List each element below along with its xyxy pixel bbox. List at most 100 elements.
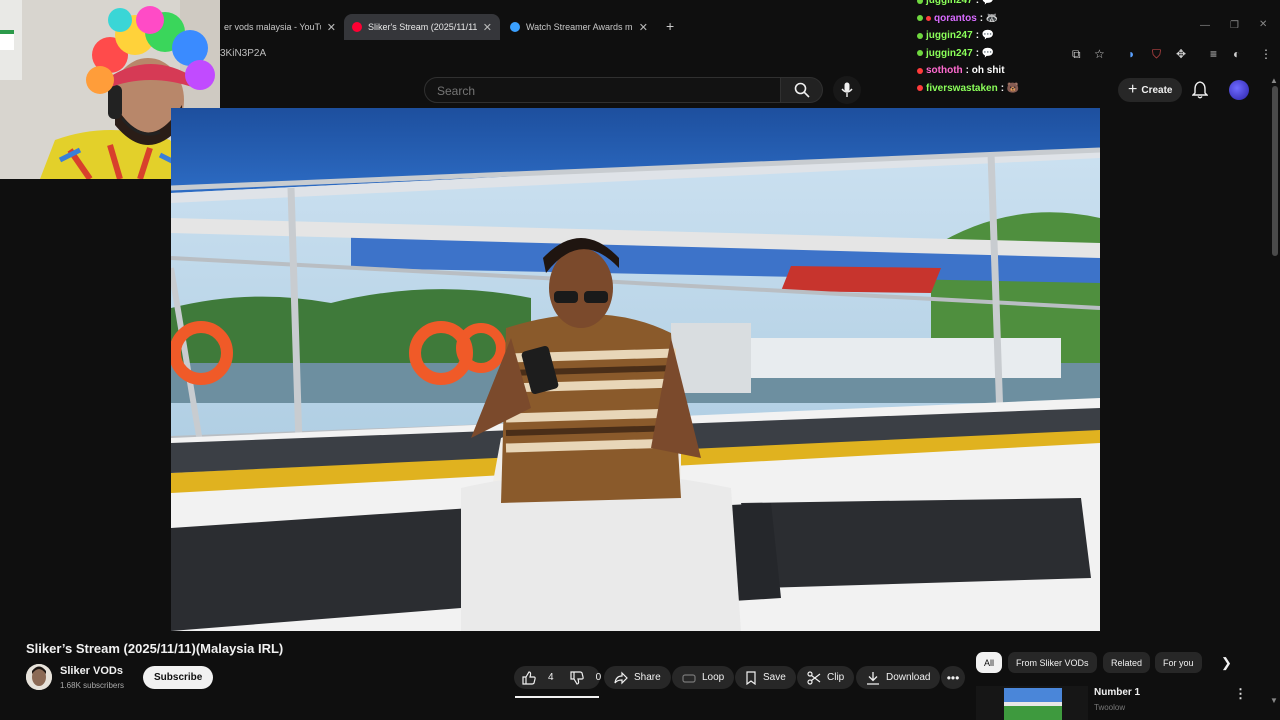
scroll-down-arrow-icon[interactable]: ▼: [1270, 696, 1278, 705]
chat-username: sothoth: [926, 65, 963, 77]
extensions-puzzle-icon[interactable]: ✥: [1176, 47, 1186, 61]
create-label: Create: [1141, 84, 1173, 96]
microphone-icon: [841, 82, 853, 97]
thumbs-down-icon: [569, 670, 584, 685]
search-icon: [794, 82, 810, 98]
tab-title: Sliker's Stream (2025/11/11)(M: [368, 22, 477, 32]
download-icon: [867, 671, 879, 685]
chat-badge-icon: [917, 15, 923, 22]
browser-tab-streamer-awards[interactable]: Watch Streamer Awards missed ✕: [502, 14, 656, 40]
tab-close-icon[interactable]: ✕: [639, 21, 648, 34]
chat-message: fiverswastaken : 🐻: [917, 80, 1117, 98]
recommended-menu-icon[interactable]: ⋮: [1234, 686, 1247, 702]
channel-name[interactable]: Sliker VODs: [60, 665, 123, 677]
chat-message: juggin247 : 💬: [917, 0, 1117, 10]
recommended-thumbnail-image: [976, 686, 1088, 720]
close-window-icon[interactable]: ✕: [1259, 19, 1267, 30]
search-button[interactable]: [781, 77, 823, 103]
stream-chat-overlay: juggin247 : 💬 qorantos : 🦝 juggin247 : 💬…: [917, 0, 1117, 97]
scroll-up-arrow-icon[interactable]: ▲: [1270, 76, 1278, 85]
subscriber-count: 1.68K subscribers: [60, 681, 125, 690]
like-count: 4: [548, 672, 554, 683]
clip-label: Clip: [827, 672, 845, 683]
search-input[interactable]: [435, 83, 739, 99]
chat-message-text: oh shit: [971, 65, 1005, 77]
loop-icon: [682, 673, 696, 683]
recommended-thumbnail[interactable]: [976, 686, 1088, 720]
profile-icon[interactable]: ◐: [1233, 47, 1240, 61]
chip-related[interactable]: Related: [1103, 652, 1151, 673]
chat-badge-icon: [917, 85, 923, 92]
browser-tab-youtube-search[interactable]: er vods malaysia - YouTube ✕: [216, 14, 344, 40]
bookmark-icon: [746, 670, 756, 685]
youtube-favicon-icon: [352, 22, 362, 32]
browser-menu-icon[interactable]: ⋮: [1260, 47, 1272, 61]
chat-emote-icon: : 💬: [975, 47, 995, 59]
chat-message: qorantos : 🦝: [917, 10, 1117, 28]
browser-tab-sliker-stream[interactable]: Sliker's Stream (2025/11/11)(M ✕: [344, 14, 500, 40]
browser-tab-strip: er vods malaysia - YouTube ✕ Sliker's St…: [220, 14, 1280, 40]
thumbs-up-icon: [522, 670, 536, 685]
plus-icon: +: [1128, 81, 1138, 98]
tab-close-icon[interactable]: ✕: [327, 21, 336, 34]
chips-next-chevron-icon[interactable]: ❯: [1221, 655, 1232, 671]
recommended-title[interactable]: Number 1: [1094, 687, 1140, 698]
scissors-icon: [807, 670, 821, 685]
chat-username: juggin247: [926, 0, 973, 7]
download-button[interactable]: Download: [856, 666, 941, 689]
chat-badge-icon: [926, 15, 931, 21]
extension-shield-icon[interactable]: ⛉: [1152, 47, 1161, 62]
maximize-icon[interactable]: ❐: [1230, 20, 1239, 31]
chip-all[interactable]: All: [976, 652, 1003, 673]
address-bar[interactable]: 3KiN3P2A ⧉ ☆ ◗ ⛉ ✥ ≡ ◐ ⋮: [220, 44, 1280, 66]
chat-message: sothoth : oh shit: [917, 62, 1117, 80]
url-text[interactable]: 3KiN3P2A: [220, 48, 266, 59]
chat-badge-icon: [917, 67, 923, 74]
channel-avatar[interactable]: [26, 664, 52, 690]
video-frame-image: [171, 108, 1100, 631]
loop-label: Loop: [702, 672, 725, 683]
account-avatar[interactable]: [1229, 80, 1249, 100]
chat-message: juggin247 : 💬: [917, 45, 1117, 63]
chat-emote-icon: : 💬: [975, 30, 995, 42]
more-actions-button[interactable]: •••: [941, 666, 965, 689]
search-box[interactable]: [424, 77, 781, 103]
voice-search-button[interactable]: [833, 76, 861, 104]
new-tab-button[interactable]: +: [666, 18, 674, 34]
minimize-icon[interactable]: —: [1200, 20, 1210, 31]
chat-username: juggin247: [926, 47, 973, 59]
like-dislike-group: 4 0: [514, 666, 601, 689]
video-player[interactable]: [171, 108, 1100, 631]
clip-button[interactable]: Clip: [797, 666, 855, 689]
chat-username: juggin247: [926, 30, 973, 42]
chat-text: : 💬: [975, 0, 995, 7]
tab-title: er vods malaysia - YouTube: [224, 22, 321, 32]
bell-icon: [1191, 81, 1209, 99]
chat-badge-icon: [917, 0, 923, 4]
like-button[interactable]: 4: [514, 666, 562, 689]
chat-text: : oh shit: [965, 65, 1005, 77]
dislike-button[interactable]: 0: [562, 666, 610, 689]
loop-button[interactable]: Loop: [672, 666, 735, 689]
notifications-button[interactable]: [1191, 81, 1209, 104]
chat-message: juggin247 : 💬: [917, 27, 1117, 45]
media-controls-icon[interactable]: ≡: [1210, 47, 1217, 61]
subscribe-button[interactable]: Subscribe: [143, 666, 214, 689]
download-label: Download: [886, 672, 931, 683]
create-button[interactable]: + Create: [1118, 78, 1183, 102]
scrollbar-thumb[interactable]: [1272, 86, 1278, 256]
more-horizontal-icon: •••: [946, 670, 960, 685]
recommended-channel: Twoolow: [1094, 703, 1126, 712]
dislike-count: 0: [595, 672, 602, 683]
extension-audio-icon[interactable]: ◗: [1128, 47, 1135, 61]
share-label: Share: [634, 672, 661, 683]
share-button[interactable]: Share: [604, 666, 671, 689]
chip-for-you[interactable]: For you: [1155, 652, 1202, 673]
chat-username: qorantos: [934, 12, 977, 24]
chip-from-channel[interactable]: From Sliker VODs: [1008, 652, 1097, 673]
video-title: Sliker’s Stream (2025/11/11)(Malaysia IR…: [26, 641, 284, 656]
share-arrow-icon: [614, 671, 628, 684]
tab-title: Watch Streamer Awards missed: [526, 22, 633, 32]
tab-close-icon[interactable]: ✕: [483, 21, 492, 34]
save-button[interactable]: Save: [735, 666, 796, 689]
